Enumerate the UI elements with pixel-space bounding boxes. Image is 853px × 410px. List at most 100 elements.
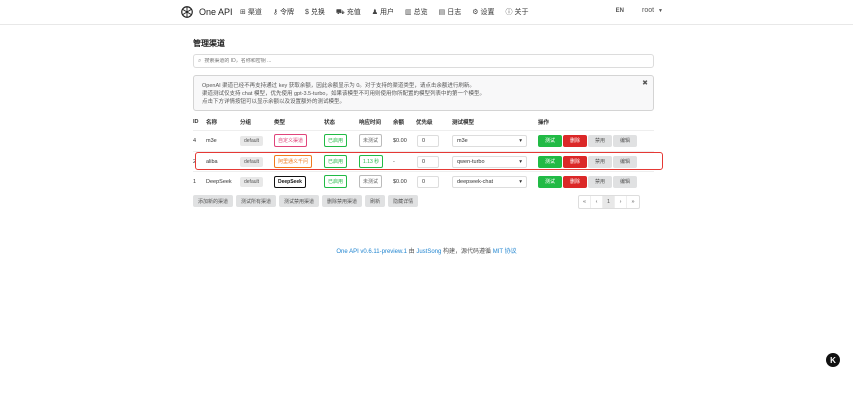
- dollar-icon: $: [305, 8, 309, 16]
- selected-model: m3e: [457, 137, 468, 144]
- table-row: 1 DeepSeek default DeepSeek 已启用 未测试 $0.0…: [193, 171, 654, 191]
- notice-line: 点击下方详情按钮可以显示余额以及设置额外的测试模型。: [202, 99, 346, 105]
- test-button[interactable]: 测试: [538, 175, 562, 188]
- first-page-button[interactable]: «: [579, 196, 591, 208]
- page-1-button[interactable]: 1: [603, 196, 615, 208]
- gear-icon: ⚙: [472, 9, 479, 16]
- openai-logo-icon: [181, 6, 193, 18]
- sitemap-icon: ⊞: [240, 9, 246, 16]
- last-page-button[interactable]: »: [627, 196, 639, 208]
- nav-about[interactable]: ⓘ 关于: [506, 7, 529, 17]
- nav-tokens[interactable]: ⚷ 令牌: [273, 7, 294, 17]
- col-actions: 操作: [538, 120, 550, 126]
- username: root: [641, 7, 655, 14]
- top-navbar: One API ⊞ 渠道 ⚷ 令牌 $ 兑换 ⛟ 充值 ♟ 用户 ▥ 总览 ▤ 日志 ⚙ 设置 …: [0, 0, 853, 25]
- status-badge: 已启用: [324, 134, 348, 147]
- edit-button[interactable]: 编辑: [613, 175, 637, 188]
- nav-topup[interactable]: ⛟ 充值: [336, 7, 361, 17]
- main-nav: ⊞ 渠道 ⚷ 令牌 $ 兑换 ⛟ 充值 ♟ 用户 ▥ 总览 ▤ 日志 ⚙ 设置 ⓘ 关于: [240, 7, 540, 17]
- col-balance[interactable]: 余额: [393, 117, 404, 127]
- delete-disabled-button[interactable]: 删除禁用渠道: [322, 195, 363, 207]
- disable-button[interactable]: 禁用: [588, 134, 612, 147]
- test-disabled-button[interactable]: 测试禁用渠道: [279, 195, 320, 207]
- test-model-select[interactable]: m3e ▾: [452, 134, 527, 147]
- k-logo-icon: K: [830, 355, 836, 365]
- col-test-model[interactable]: 测试模型: [452, 117, 474, 127]
- user-icon: ♟: [371, 9, 379, 16]
- info-notice: OpenAI 渠道已经不再支持通过 key 获取余额，因此余额显示为 0。对于支…: [193, 75, 654, 111]
- nav-channels[interactable]: ⊞ 渠道: [240, 7, 262, 17]
- col-name[interactable]: 名称: [206, 117, 217, 127]
- nav-label: 兑换: [310, 9, 325, 16]
- info-icon: ⓘ: [505, 9, 513, 16]
- delete-button[interactable]: 删除: [563, 175, 587, 188]
- version-link[interactable]: One API v0.6.11-preview.1: [336, 249, 407, 255]
- balance-value[interactable]: $0.00: [393, 131, 407, 150]
- floating-k-button[interactable]: K: [826, 353, 840, 367]
- selected-model: deepseek-chat: [457, 178, 494, 185]
- nav-label: 令牌: [280, 9, 295, 16]
- nav-label: 充值: [346, 9, 361, 16]
- status-badge: 已启用: [324, 175, 348, 188]
- type-tag: 自定义渠道: [274, 134, 308, 147]
- table-header: ID 名称 分组 类型 状态 响应时间 余额 优先级 测试模型 操作: [193, 117, 654, 127]
- page-title: 管理渠道: [193, 39, 225, 48]
- test-all-button[interactable]: 测试所有渠道: [236, 195, 277, 207]
- nav-logs[interactable]: ▤ 日志: [439, 7, 462, 17]
- search-box: ⌕: [193, 54, 654, 68]
- col-status[interactable]: 状态: [324, 117, 335, 127]
- nav-users[interactable]: ♟ 用户: [372, 7, 394, 17]
- edit-button[interactable]: 编辑: [613, 134, 637, 147]
- col-group[interactable]: 分组: [240, 117, 251, 127]
- search-icon: ⌕: [198, 57, 202, 64]
- next-page-button[interactable]: ›: [615, 196, 627, 208]
- response-time-badge[interactable]: 未测试: [359, 175, 383, 188]
- search-input[interactable]: [204, 58, 635, 64]
- col-type[interactable]: 类型: [274, 117, 285, 127]
- group-label: default: [240, 135, 264, 146]
- hide-details-button[interactable]: 隐藏详情: [388, 195, 419, 207]
- disable-button[interactable]: 禁用: [588, 175, 612, 188]
- table-row: 4 m3e default 自定义渠道 已启用 未测试 $0.00 0 m3e ▾…: [193, 130, 654, 150]
- cell-name: DeepSeek: [206, 178, 232, 185]
- col-id[interactable]: ID: [193, 117, 199, 127]
- language-toggle[interactable]: EN: [616, 8, 624, 14]
- brand-link[interactable]: One API: [180, 5, 233, 19]
- response-time-badge[interactable]: 未测试: [359, 134, 383, 147]
- credits-text: 构建，源代码遵循: [441, 249, 493, 255]
- close-icon[interactable]: ✖: [642, 80, 648, 88]
- col-response[interactable]: 响应时间: [359, 117, 381, 127]
- group-label: default: [240, 176, 264, 187]
- cell-id: 1: [193, 178, 197, 185]
- nav-label: 渠道: [247, 9, 262, 16]
- col-priority[interactable]: 优先级: [416, 117, 433, 127]
- refresh-button[interactable]: 刷新: [365, 195, 386, 207]
- test-button[interactable]: 测试: [538, 134, 562, 147]
- test-model-select[interactable]: deepseek-chat ▾: [452, 175, 527, 188]
- prev-page-button[interactable]: ‹: [591, 196, 603, 208]
- key-icon: ⚷: [272, 9, 279, 16]
- chart-icon: ▥: [405, 9, 412, 16]
- nav-dashboard[interactable]: ▥ 总览: [405, 7, 428, 17]
- nav-redeem[interactable]: $ 兑换: [305, 7, 325, 17]
- nav-label: 设置: [480, 9, 495, 16]
- author-link[interactable]: JustSong: [416, 249, 441, 255]
- nav-settings[interactable]: ⚙ 设置: [472, 7, 494, 17]
- nav-right: EN root ▼: [616, 7, 663, 14]
- dropdown-caret-icon: ▾: [519, 178, 522, 185]
- footer-credits: One API v0.6.11-preview.1 由 JustSong 构建，…: [0, 246, 853, 255]
- priority-input[interactable]: 0: [417, 175, 439, 188]
- add-channel-button[interactable]: 添加新的渠道: [193, 195, 234, 207]
- table-footer-actions: 添加新的渠道 测试所有渠道 测试禁用渠道 删除禁用渠道 刷新 隐藏详情: [193, 195, 421, 207]
- user-menu[interactable]: root ▼: [642, 7, 663, 14]
- license-link[interactable]: MIT 协议: [493, 249, 517, 255]
- nav-label: 总览: [413, 9, 428, 16]
- cart-icon: ⛟: [335, 8, 345, 16]
- chevron-down-icon: ▼: [658, 7, 663, 14]
- priority-input[interactable]: 0: [417, 134, 439, 147]
- credits-text: 由: [407, 249, 417, 255]
- balance-value[interactable]: $0.00: [393, 172, 407, 191]
- dropdown-caret-icon: ▾: [519, 137, 522, 144]
- delete-button[interactable]: 删除: [563, 134, 587, 147]
- type-tag: DeepSeek: [274, 175, 306, 188]
